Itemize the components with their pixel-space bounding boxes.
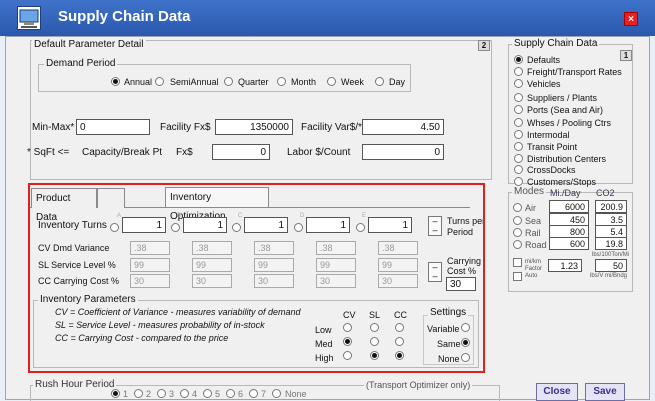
demand-week-label: Week bbox=[341, 77, 364, 87]
sc-intermodal-radio[interactable] bbox=[514, 130, 523, 139]
collapse-badge[interactable]: 2 bbox=[478, 40, 490, 51]
co2-unit-top: lbs/100Ton/Mi bbox=[592, 252, 630, 258]
sqft-label: * SqFt <= bbox=[27, 147, 70, 158]
sc-intermodal-label: Intermodal bbox=[527, 130, 570, 140]
sc-freight-radio[interactable] bbox=[514, 67, 523, 76]
rush-4-radio[interactable] bbox=[180, 389, 189, 398]
mode-air-radio[interactable] bbox=[513, 203, 522, 212]
mode-air-miday[interactable] bbox=[549, 200, 589, 213]
mode-sea-radio[interactable] bbox=[513, 216, 522, 225]
sc-suppliers-label: Suppliers / Plants bbox=[527, 93, 598, 103]
mode-rail-radio[interactable] bbox=[513, 228, 522, 237]
rush-5-label: 5 bbox=[215, 389, 221, 399]
save-button[interactable]: Save bbox=[585, 383, 625, 401]
demand-semiannual-label: SemiAnnual bbox=[170, 77, 219, 87]
demand-annual-radio[interactable] bbox=[111, 77, 120, 86]
demand-quarter-radio[interactable] bbox=[224, 77, 233, 86]
mode-road-radio[interactable] bbox=[513, 240, 522, 249]
labor-input[interactable] bbox=[362, 144, 444, 160]
rush-1-label: 1 bbox=[123, 389, 129, 399]
rush-5-radio[interactable] bbox=[203, 389, 212, 398]
rush-2-radio[interactable] bbox=[134, 389, 143, 398]
demand-annual-label: Annual bbox=[124, 77, 153, 87]
rush-none-radio[interactable] bbox=[272, 389, 281, 398]
rush-7-radio[interactable] bbox=[249, 389, 258, 398]
sc-customers-radio[interactable] bbox=[514, 177, 523, 186]
default-params-legend: Default Parameter Detail bbox=[32, 39, 146, 50]
factor-label: Factor bbox=[525, 266, 543, 272]
sc-crossdocks-radio[interactable] bbox=[514, 165, 523, 174]
miles-km-check[interactable] bbox=[513, 258, 522, 267]
highlight-box bbox=[28, 183, 485, 373]
demand-month-radio[interactable] bbox=[277, 77, 286, 86]
sc-freight-label: Freight/Transport Rates bbox=[527, 67, 622, 77]
rush-none-label: None bbox=[285, 389, 307, 399]
rush-3-radio[interactable] bbox=[157, 389, 166, 398]
demand-quarter-label: Quarter bbox=[238, 77, 269, 87]
sc-transit-label: Transit Point bbox=[527, 142, 578, 152]
title-bar: Supply Chain Data × bbox=[0, 0, 655, 36]
supply-chain-badge[interactable]: 1 bbox=[620, 50, 632, 61]
close-button[interactable]: CIose bbox=[536, 383, 578, 401]
close-window-button[interactable]: × bbox=[624, 12, 638, 26]
sc-vehicles-radio[interactable] bbox=[514, 79, 523, 88]
sc-dcs-radio[interactable] bbox=[514, 154, 523, 163]
rush-7-label: 7 bbox=[261, 389, 267, 399]
mode-rail-label: Rail bbox=[525, 228, 541, 238]
labor-label: Labor $/Count bbox=[287, 147, 351, 158]
window-title: Supply Chain Data bbox=[58, 8, 191, 25]
fx-label: Fx$ bbox=[176, 147, 193, 158]
sc-vehicles-label: Vehicles bbox=[527, 79, 561, 89]
demand-week-radio[interactable] bbox=[327, 77, 336, 86]
supply-chain-legend: Supply Chain Data bbox=[512, 38, 600, 49]
demand-period-legend: Demand Period bbox=[44, 58, 118, 69]
demand-month-label: Month bbox=[291, 77, 317, 87]
sc-whses-radio[interactable] bbox=[514, 118, 523, 127]
modes-legend: Modes bbox=[512, 186, 547, 197]
sc-defaults-label: Defaults bbox=[527, 55, 561, 65]
mode-road-miday[interactable] bbox=[549, 237, 589, 250]
rush-3-label: 3 bbox=[169, 389, 175, 399]
sc-ports-label: Ports (Sea and Air) bbox=[527, 105, 604, 115]
rush-hour-legend: Rush Hour Period bbox=[33, 379, 117, 390]
capacity-label: Capacity/Break Pt bbox=[82, 147, 163, 158]
mode-air-label: Air bbox=[525, 203, 536, 213]
modes-miday-header: Mi./Day bbox=[550, 188, 581, 198]
sc-whses-label: Whses / Pooling Ctrs bbox=[527, 118, 612, 128]
rush-4-label: 4 bbox=[192, 389, 198, 399]
miles-km-label: mi/km bbox=[525, 259, 541, 265]
sc-transit-radio[interactable] bbox=[514, 142, 523, 151]
facility-var-label: Facility Var$/* bbox=[301, 122, 362, 133]
facility-fx-label: Facility Fx$ bbox=[160, 122, 211, 133]
mode-air-co2[interactable] bbox=[595, 200, 627, 213]
sc-defaults-radio[interactable] bbox=[514, 55, 523, 64]
rush-6-label: 6 bbox=[238, 389, 244, 399]
demand-day-radio[interactable] bbox=[375, 77, 384, 86]
app-icon bbox=[17, 6, 41, 30]
rush-1-radio[interactable] bbox=[111, 389, 120, 398]
facility-var-input[interactable] bbox=[362, 119, 444, 135]
rush-6-radio[interactable] bbox=[226, 389, 235, 398]
auto-check[interactable] bbox=[513, 272, 522, 281]
factor-input[interactable] bbox=[548, 259, 582, 272]
sc-suppliers-radio[interactable] bbox=[514, 93, 523, 102]
demand-day-label: Day bbox=[389, 77, 406, 87]
min-max-label: Min-Max* bbox=[32, 122, 75, 133]
facility-fx-input[interactable] bbox=[215, 119, 293, 135]
mode-sea-label: Sea bbox=[525, 216, 542, 226]
rush-2-label: 2 bbox=[146, 389, 152, 399]
sc-dcs-label: Distribution Centers bbox=[527, 154, 607, 164]
fx-input[interactable] bbox=[212, 144, 270, 160]
co2-unit-bottom: lbs/V mi/Bndg bbox=[590, 273, 628, 279]
min-max-input[interactable] bbox=[76, 119, 150, 135]
mode-road-co2[interactable] bbox=[595, 237, 627, 250]
mode-road-label: Road bbox=[525, 240, 547, 250]
demand-semiannual-radio[interactable] bbox=[155, 77, 164, 86]
rush-hour-note: (Transport Optimizer only) bbox=[364, 380, 473, 390]
auto-label: Auto bbox=[525, 273, 538, 279]
sc-crossdocks-label: CrossDocks bbox=[527, 165, 576, 175]
modes-co2-header: CO2 bbox=[596, 188, 615, 198]
co2-extra-input[interactable] bbox=[595, 259, 627, 272]
sc-ports-radio[interactable] bbox=[514, 105, 523, 114]
